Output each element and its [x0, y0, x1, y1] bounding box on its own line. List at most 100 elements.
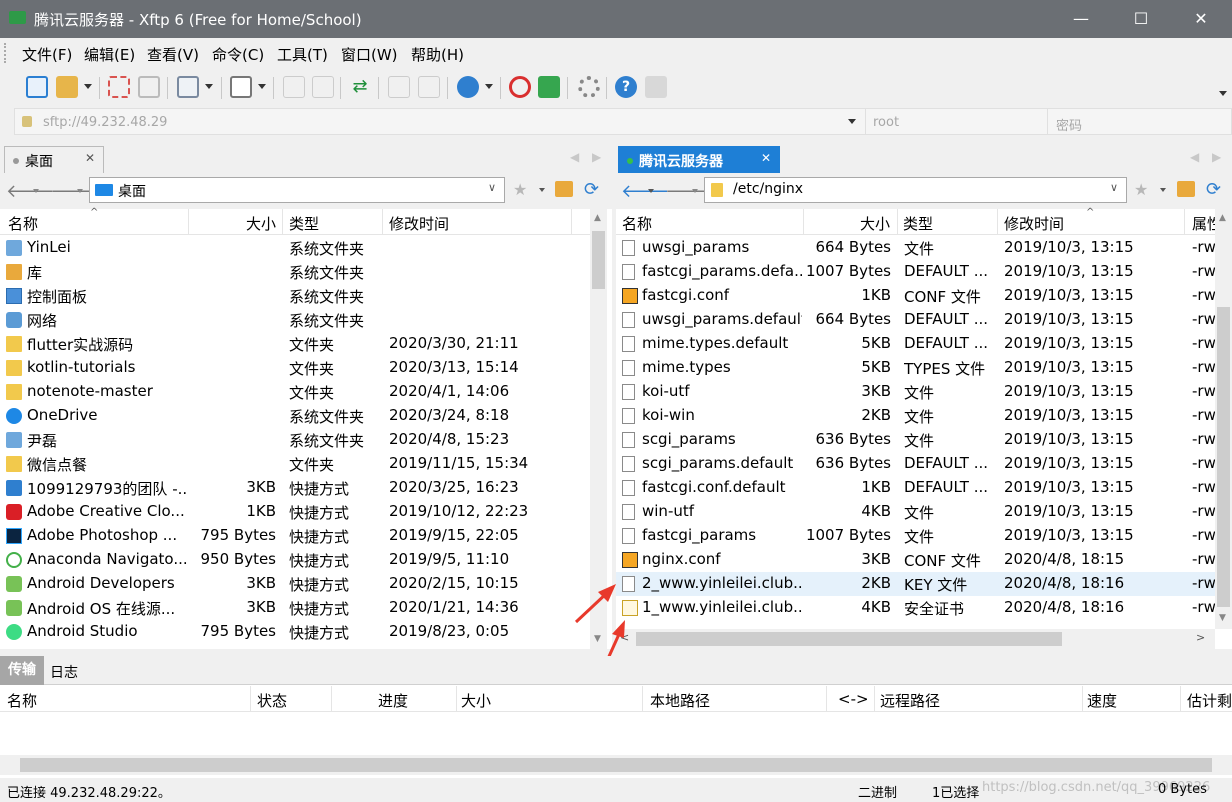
- chat-icon[interactable]: [645, 76, 667, 98]
- username-input[interactable]: root: [873, 115, 899, 130]
- table-row[interactable]: fastcgi_params 1007 Bytes 文件 2019/10/3, 13:…: [616, 524, 1215, 548]
- scroll-right-icon[interactable]: >: [1196, 631, 1205, 644]
- table-row[interactable]: kotlin-tutorials 文件夹 2020/3/13, 15:14: [0, 356, 590, 380]
- scroll-up-icon[interactable]: ▲: [594, 213, 601, 223]
- col-transfer-status[interactable]: 状态: [257, 690, 287, 711]
- table-row[interactable]: fastcgi_params.defa... 1007 Bytes DEFAULT …: [616, 260, 1215, 284]
- password-input[interactable]: 密码: [1056, 115, 1082, 134]
- col-transfer-name[interactable]: 名称: [7, 690, 37, 711]
- close-icon[interactable]: ✕: [85, 151, 95, 165]
- globe-dropdown-icon[interactable]: [485, 84, 493, 89]
- toolbar-overflow-icon[interactable]: [1219, 91, 1227, 96]
- refresh-icon[interactable]: ⟳: [584, 179, 599, 200]
- scroll-down-icon[interactable]: ▼: [1219, 613, 1226, 623]
- right-path-input[interactable]: /etc/nginx ∨: [704, 177, 1127, 203]
- column-divider[interactable]: [1180, 686, 1181, 712]
- col-size[interactable]: 大小: [246, 213, 276, 234]
- table-row[interactable]: flutter实战源码 文件夹 2020/3/30, 21:11: [0, 332, 590, 356]
- tab-scroll-right-icon[interactable]: ▶: [592, 150, 601, 164]
- table-row[interactable]: fastcgi.conf 1KB CONF 文件 2019/10/3, 13:15 -r…: [616, 284, 1215, 308]
- column-divider[interactable]: [997, 209, 998, 235]
- scroll-up-icon[interactable]: ▲: [1219, 213, 1226, 223]
- table-row[interactable]: fastcgi.conf.default 1KB DEFAULT ... 2019/1…: [616, 476, 1215, 500]
- column-divider[interactable]: [331, 686, 332, 712]
- table-row[interactable]: Android Developers 3KB 快捷方式 2020/2/15, 10:1…: [0, 572, 590, 596]
- close-button[interactable]: ✕: [1178, 0, 1224, 38]
- col-type[interactable]: 类型: [289, 213, 319, 234]
- col-local-path[interactable]: 本地路径: [650, 690, 710, 711]
- tab-scroll-left-icon[interactable]: ◀: [570, 150, 579, 164]
- col-remote-path[interactable]: 远程路径: [880, 690, 940, 711]
- column-divider[interactable]: [188, 209, 189, 235]
- column-divider[interactable]: [826, 686, 827, 712]
- paste-icon[interactable]: [418, 76, 440, 98]
- back-arrow-icon[interactable]: 🡐: [6, 181, 54, 202]
- home-folder-icon[interactable]: [555, 181, 573, 197]
- table-row[interactable]: 1_www.yinleilei.club... 4KB 安全证书 2020/4/8, …: [616, 596, 1215, 620]
- table-row[interactable]: koi-win 2KB 文件 2019/10/3, 13:15 -rw: [616, 404, 1215, 428]
- path-dropdown-icon[interactable]: ∨: [1110, 181, 1118, 194]
- column-divider[interactable]: [250, 686, 251, 712]
- table-row[interactable]: 微信点餐 文件夹 2019/11/15, 15:34: [0, 452, 590, 476]
- col-type[interactable]: 类型: [903, 213, 933, 234]
- col-modified[interactable]: 修改时间: [389, 213, 449, 234]
- xftp-icon[interactable]: [538, 76, 560, 98]
- globe-icon[interactable]: [457, 76, 479, 98]
- open-folder-icon[interactable]: [56, 76, 78, 98]
- column-divider[interactable]: [382, 209, 383, 235]
- properties-icon[interactable]: [177, 76, 199, 98]
- connect-icon[interactable]: [108, 76, 130, 98]
- path-dropdown-icon[interactable]: ∨: [488, 181, 496, 194]
- forward-dropdown-icon[interactable]: [692, 189, 698, 193]
- col-speed[interactable]: 速度: [1087, 690, 1117, 711]
- col-transfer-size[interactable]: 大小: [461, 690, 491, 711]
- table-row[interactable]: mime.types.default 5KB DEFAULT ... 2019/10/…: [616, 332, 1215, 356]
- tab-scroll-left-icon[interactable]: ◀: [1190, 150, 1199, 164]
- bookmark-dropdown-icon[interactable]: [1160, 188, 1166, 192]
- table-row[interactable]: nginx.conf 3KB CONF 文件 2020/4/8, 18:15 -rw: [616, 548, 1215, 572]
- xshell-icon[interactable]: [509, 76, 531, 98]
- table-row[interactable]: uwsgi_params.default 664 Bytes DEFAULT ...…: [616, 308, 1215, 332]
- right-hscroll-thumb[interactable]: [636, 632, 1062, 646]
- column-divider[interactable]: [1184, 209, 1185, 235]
- table-row[interactable]: 库 系统文件夹: [0, 260, 590, 284]
- right-horizontal-scrollbar[interactable]: < >: [616, 629, 1215, 649]
- table-row[interactable]: 1099129793的团队 -... 3KB 快捷方式 2020/3/25, 16:2…: [0, 476, 590, 500]
- menu-window[interactable]: 窗口(W): [341, 44, 398, 64]
- tab-desktop[interactable]: 桌面 ✕: [4, 146, 104, 173]
- menu-help[interactable]: 帮助(H): [411, 44, 464, 64]
- column-divider[interactable]: [642, 686, 643, 712]
- table-row[interactable]: 网络 系统文件夹: [0, 308, 590, 332]
- left-scroll-thumb[interactable]: [592, 231, 605, 289]
- transfer-mode[interactable]: 二进制: [858, 782, 897, 801]
- tab-scroll-right-icon[interactable]: ▶: [1212, 150, 1221, 164]
- back-dropdown-icon[interactable]: [648, 189, 654, 193]
- right-vertical-scrollbar[interactable]: ▲ ▼: [1215, 209, 1232, 629]
- table-row[interactable]: mime.types 5KB TYPES 文件 2019/10/3, 13:15 -rw: [616, 356, 1215, 380]
- upload-icon[interactable]: [283, 76, 305, 98]
- maximize-button[interactable]: ☐: [1118, 0, 1164, 38]
- col-eta[interactable]: 估计剩: [1187, 690, 1232, 711]
- col-transfer-progress[interactable]: 进度: [378, 690, 408, 711]
- col-size[interactable]: 大小: [860, 213, 890, 234]
- table-row[interactable]: Android Studio 795 Bytes 快捷方式 2019/8/23, 0:…: [0, 620, 590, 644]
- close-icon[interactable]: ✕: [761, 151, 771, 165]
- disconnect-icon[interactable]: [138, 76, 160, 98]
- host-input[interactable]: sftp://49.232.48.29: [43, 115, 167, 130]
- table-row[interactable]: koi-utf 3KB 文件 2019/10/3, 13:15 -rw: [616, 380, 1215, 404]
- menu-edit[interactable]: 编辑(E): [84, 44, 135, 64]
- minimize-button[interactable]: —: [1058, 0, 1104, 38]
- col-name[interactable]: 名称: [622, 213, 652, 234]
- table-row[interactable]: 尹磊 系统文件夹 2020/4/8, 15:23: [0, 428, 590, 452]
- gear-icon[interactable]: [578, 76, 600, 98]
- column-divider[interactable]: [803, 209, 804, 235]
- col-name[interactable]: 名称: [8, 213, 38, 234]
- menu-file[interactable]: 文件(F): [22, 44, 72, 64]
- column-divider[interactable]: [282, 209, 283, 235]
- download-icon[interactable]: [312, 76, 334, 98]
- table-row[interactable]: YinLei 系统文件夹: [0, 236, 590, 260]
- sync-icon[interactable]: ⇄: [349, 76, 371, 98]
- table-row[interactable]: Adobe Creative Clo... 1KB 快捷方式 2019/10/12, …: [0, 500, 590, 524]
- tab-tencent-server[interactable]: 腾讯云服务器 ✕: [618, 146, 780, 173]
- bookmark-star-icon[interactable]: ★: [1134, 180, 1148, 199]
